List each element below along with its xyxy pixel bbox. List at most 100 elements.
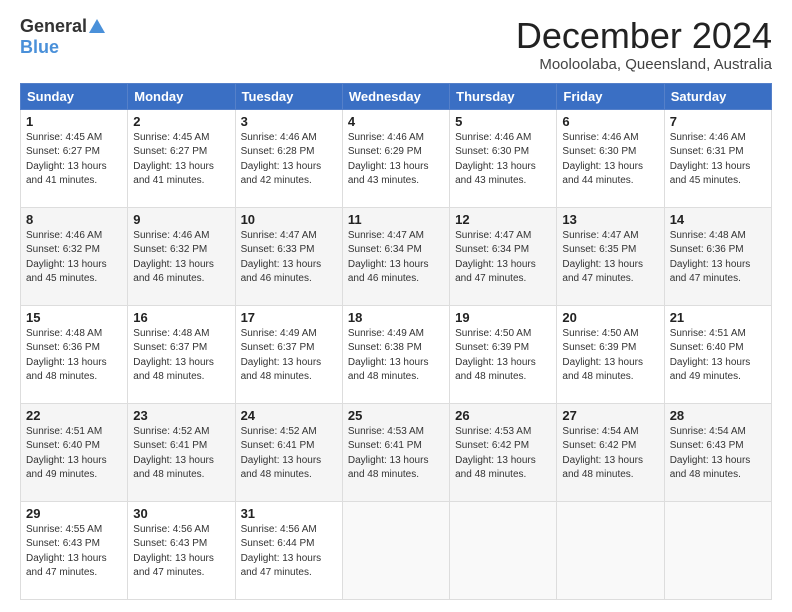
col-header-sunday: Sunday	[21, 83, 128, 109]
day-number: 8	[26, 212, 122, 227]
day-cell: 11 Sunrise: 4:47 AM Sunset: 6:34 PM Dayli…	[342, 207, 449, 305]
col-header-thursday: Thursday	[450, 83, 557, 109]
day-cell: 15 Sunrise: 4:48 AM Sunset: 6:36 PM Dayli…	[21, 305, 128, 403]
day-number: 26	[455, 408, 551, 423]
day-info: Sunrise: 4:47 AM Sunset: 6:35 PM Dayligh…	[562, 229, 658, 287]
day-number: 22	[26, 408, 122, 423]
day-info: Sunrise: 4:48 AM Sunset: 6:36 PM Dayligh…	[26, 327, 122, 385]
day-info: Sunrise: 4:50 AM Sunset: 6:39 PM Dayligh…	[455, 327, 551, 385]
page: General Blue December 2024 Mooloolaba, Q…	[0, 0, 792, 612]
week-row-4: 22 Sunrise: 4:51 AM Sunset: 6:40 PM Dayli…	[21, 403, 772, 501]
day-number: 24	[241, 408, 337, 423]
calendar-table: SundayMondayTuesdayWednesdayThursdayFrid…	[20, 83, 772, 600]
header: General Blue December 2024 Mooloolaba, Q…	[20, 16, 772, 73]
day-number: 15	[26, 310, 122, 325]
day-cell: 4Sunrise: 4:46 AM Sunset: 6:29 PM Daylig…	[342, 109, 449, 207]
day-cell: 21 Sunrise: 4:51 AM Sunset: 6:40 PM Dayli…	[664, 305, 771, 403]
day-info: Sunrise: 4:46 AM Sunset: 6:28 PM Dayligh…	[241, 131, 337, 189]
week-row-1: 1 Sunrise: 4:45 AM Sunset: 6:27 PM Daylig…	[21, 109, 772, 207]
logo-general-text: General	[20, 16, 87, 37]
day-number: 2	[133, 114, 229, 129]
day-number: 17	[241, 310, 337, 325]
day-info: Sunrise: 4:47 AM Sunset: 6:34 PM Dayligh…	[348, 229, 444, 287]
day-number: 23	[133, 408, 229, 423]
day-number: 13	[562, 212, 658, 227]
day-number: 29	[26, 506, 122, 521]
day-cell: 29 Sunrise: 4:55 AM Sunset: 6:43 PM Dayli…	[21, 501, 128, 599]
day-number: 20	[562, 310, 658, 325]
day-info: Sunrise: 4:45 AM Sunset: 6:27 PM Dayligh…	[26, 131, 122, 189]
day-number: 14	[670, 212, 766, 227]
day-info: Sunrise: 4:56 AM Sunset: 6:44 PM Dayligh…	[241, 523, 337, 581]
day-number: 25	[348, 408, 444, 423]
day-number: 3	[241, 114, 337, 129]
day-cell: 24Sunrise: 4:52 AM Sunset: 6:41 PM Dayli…	[235, 403, 342, 501]
day-number: 10	[241, 212, 337, 227]
day-info: Sunrise: 4:51 AM Sunset: 6:40 PM Dayligh…	[26, 425, 122, 483]
day-number: 12	[455, 212, 551, 227]
day-info: Sunrise: 4:54 AM Sunset: 6:42 PM Dayligh…	[562, 425, 658, 483]
week-row-2: 8 Sunrise: 4:46 AM Sunset: 6:32 PM Daylig…	[21, 207, 772, 305]
day-cell: 22 Sunrise: 4:51 AM Sunset: 6:40 PM Dayli…	[21, 403, 128, 501]
day-info: Sunrise: 4:49 AM Sunset: 6:38 PM Dayligh…	[348, 327, 444, 385]
logo-triangle-icon	[89, 19, 105, 33]
day-number: 28	[670, 408, 766, 423]
day-number: 16	[133, 310, 229, 325]
day-cell: 20Sunrise: 4:50 AM Sunset: 6:39 PM Dayli…	[557, 305, 664, 403]
day-number: 19	[455, 310, 551, 325]
col-header-monday: Monday	[128, 83, 235, 109]
day-info: Sunrise: 4:54 AM Sunset: 6:43 PM Dayligh…	[670, 425, 766, 483]
day-cell	[557, 501, 664, 599]
day-cell	[342, 501, 449, 599]
day-info: Sunrise: 4:48 AM Sunset: 6:37 PM Dayligh…	[133, 327, 229, 385]
day-cell: 1 Sunrise: 4:45 AM Sunset: 6:27 PM Daylig…	[21, 109, 128, 207]
col-header-wednesday: Wednesday	[342, 83, 449, 109]
logo: General Blue	[20, 16, 105, 58]
day-info: Sunrise: 4:47 AM Sunset: 6:33 PM Dayligh…	[241, 229, 337, 287]
day-info: Sunrise: 4:49 AM Sunset: 6:37 PM Dayligh…	[241, 327, 337, 385]
day-cell: 7Sunrise: 4:46 AM Sunset: 6:31 PM Daylig…	[664, 109, 771, 207]
day-cell: 8 Sunrise: 4:46 AM Sunset: 6:32 PM Daylig…	[21, 207, 128, 305]
day-info: Sunrise: 4:47 AM Sunset: 6:34 PM Dayligh…	[455, 229, 551, 287]
day-cell: 9 Sunrise: 4:46 AM Sunset: 6:32 PM Daylig…	[128, 207, 235, 305]
day-cell: 16 Sunrise: 4:48 AM Sunset: 6:37 PM Dayli…	[128, 305, 235, 403]
day-number: 1	[26, 114, 122, 129]
col-header-saturday: Saturday	[664, 83, 771, 109]
day-info: Sunrise: 4:55 AM Sunset: 6:43 PM Dayligh…	[26, 523, 122, 581]
day-number: 6	[562, 114, 658, 129]
col-header-tuesday: Tuesday	[235, 83, 342, 109]
day-cell	[450, 501, 557, 599]
day-cell: 12 Sunrise: 4:47 AM Sunset: 6:34 PM Dayli…	[450, 207, 557, 305]
title-block: December 2024 Mooloolaba, Queensland, Au…	[516, 16, 772, 73]
day-cell: 30Sunrise: 4:56 AM Sunset: 6:43 PM Dayli…	[128, 501, 235, 599]
day-cell	[664, 501, 771, 599]
day-number: 5	[455, 114, 551, 129]
day-info: Sunrise: 4:46 AM Sunset: 6:30 PM Dayligh…	[455, 131, 551, 189]
day-info: Sunrise: 4:46 AM Sunset: 6:32 PM Dayligh…	[26, 229, 122, 287]
day-cell: 27 Sunrise: 4:54 AM Sunset: 6:42 PM Dayli…	[557, 403, 664, 501]
day-info: Sunrise: 4:48 AM Sunset: 6:36 PM Dayligh…	[670, 229, 766, 287]
day-info: Sunrise: 4:52 AM Sunset: 6:41 PM Dayligh…	[133, 425, 229, 483]
day-cell: 6Sunrise: 4:46 AM Sunset: 6:30 PM Daylig…	[557, 109, 664, 207]
day-info: Sunrise: 4:45 AM Sunset: 6:27 PM Dayligh…	[133, 131, 229, 189]
day-cell: 28 Sunrise: 4:54 AM Sunset: 6:43 PM Dayli…	[664, 403, 771, 501]
day-number: 27	[562, 408, 658, 423]
day-cell: 13 Sunrise: 4:47 AM Sunset: 6:35 PM Dayli…	[557, 207, 664, 305]
day-info: Sunrise: 4:46 AM Sunset: 6:32 PM Dayligh…	[133, 229, 229, 287]
day-cell: 18Sunrise: 4:49 AM Sunset: 6:38 PM Dayli…	[342, 305, 449, 403]
day-info: Sunrise: 4:56 AM Sunset: 6:43 PM Dayligh…	[133, 523, 229, 581]
day-cell: 26Sunrise: 4:53 AM Sunset: 6:42 PM Dayli…	[450, 403, 557, 501]
location: Mooloolaba, Queensland, Australia	[516, 56, 772, 73]
day-number: 4	[348, 114, 444, 129]
day-cell: 25Sunrise: 4:53 AM Sunset: 6:41 PM Dayli…	[342, 403, 449, 501]
col-header-friday: Friday	[557, 83, 664, 109]
day-number: 7	[670, 114, 766, 129]
day-info: Sunrise: 4:51 AM Sunset: 6:40 PM Dayligh…	[670, 327, 766, 385]
header-row: SundayMondayTuesdayWednesdayThursdayFrid…	[21, 83, 772, 109]
day-cell: 14 Sunrise: 4:48 AM Sunset: 6:36 PM Dayli…	[664, 207, 771, 305]
day-cell: 3 Sunrise: 4:46 AM Sunset: 6:28 PM Daylig…	[235, 109, 342, 207]
day-number: 21	[670, 310, 766, 325]
day-number: 9	[133, 212, 229, 227]
day-cell: 10 Sunrise: 4:47 AM Sunset: 6:33 PM Dayli…	[235, 207, 342, 305]
day-number: 11	[348, 212, 444, 227]
